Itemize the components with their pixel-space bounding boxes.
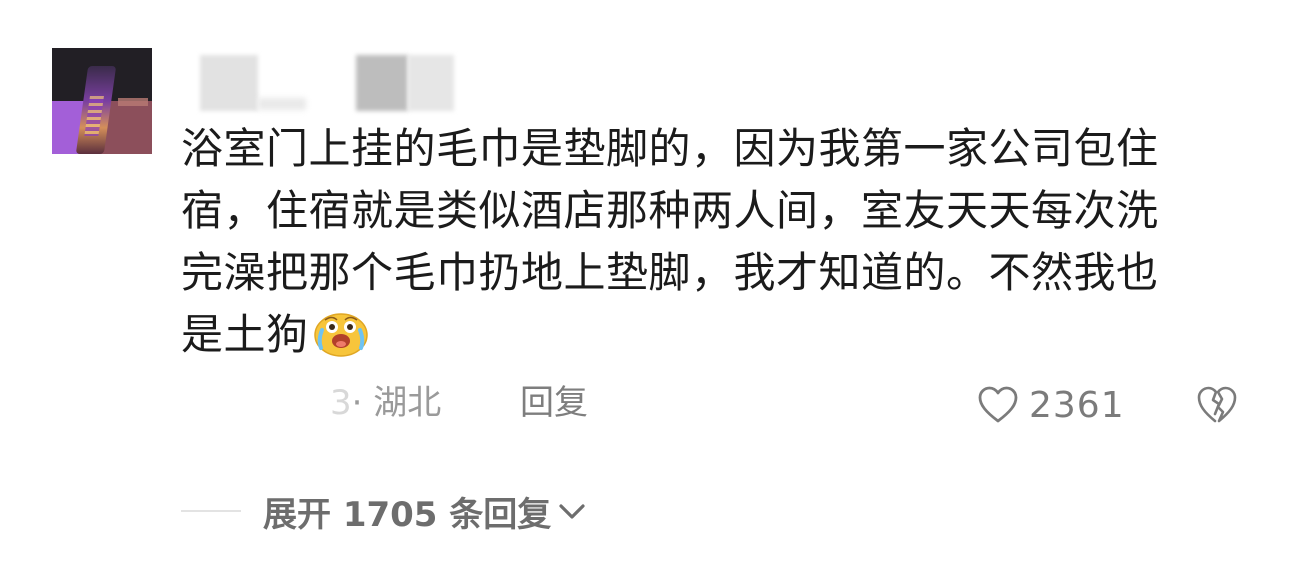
broken-heart-icon[interactable]: [1196, 384, 1238, 426]
user-badge-blurred: [356, 55, 408, 111]
time-location: 3· 湖北: [330, 378, 441, 428]
chevron-down-icon: [559, 504, 585, 519]
expand-replies-button[interactable]: 展开 1705 条回复: [181, 486, 589, 536]
comment-text-line: 是土狗: [181, 310, 309, 359]
avatar[interactable]: [52, 48, 152, 154]
meta-separator: ·: [351, 383, 363, 423]
username-blurred-segment: [258, 98, 306, 110]
comment-text-line: 宿，住宿就是类似酒店那种两人间，室友天天每次洗: [181, 186, 1159, 235]
like-count: 2361: [1029, 384, 1125, 426]
comment-text-line-last: 是土狗: [181, 304, 1241, 366]
username-blurred[interactable]: [200, 55, 258, 111]
divider: [181, 510, 241, 512]
comment-text-line: 浴室门上挂的毛巾是垫脚的，因为我第一家公司包住: [181, 124, 1159, 173]
expand-replies-label: 展开 1705 条回复: [263, 494, 552, 535]
laughing-crying-emoji-icon: [313, 312, 368, 357]
location-label: 湖北: [373, 383, 442, 423]
comment-text: 浴室门上挂的毛巾是垫脚的，因为我第一家公司包住 宿，住宿就是类似酒店那种两人间，…: [181, 118, 1241, 366]
comment-text-line: 完澡把那个毛巾扔地上垫脚，我才知道的。不然我也: [181, 248, 1159, 297]
comment-item: 浴室门上挂的毛巾是垫脚的，因为我第一家公司包住 宿，住宿就是类似酒店那种两人间，…: [0, 0, 1290, 561]
heart-icon: [978, 386, 1018, 423]
timestamp-partial: 3: [330, 383, 352, 423]
user-badge-blurred-segment: [408, 55, 454, 111]
like-button[interactable]: 2361: [977, 381, 1125, 429]
reply-button[interactable]: 回复: [520, 378, 588, 428]
